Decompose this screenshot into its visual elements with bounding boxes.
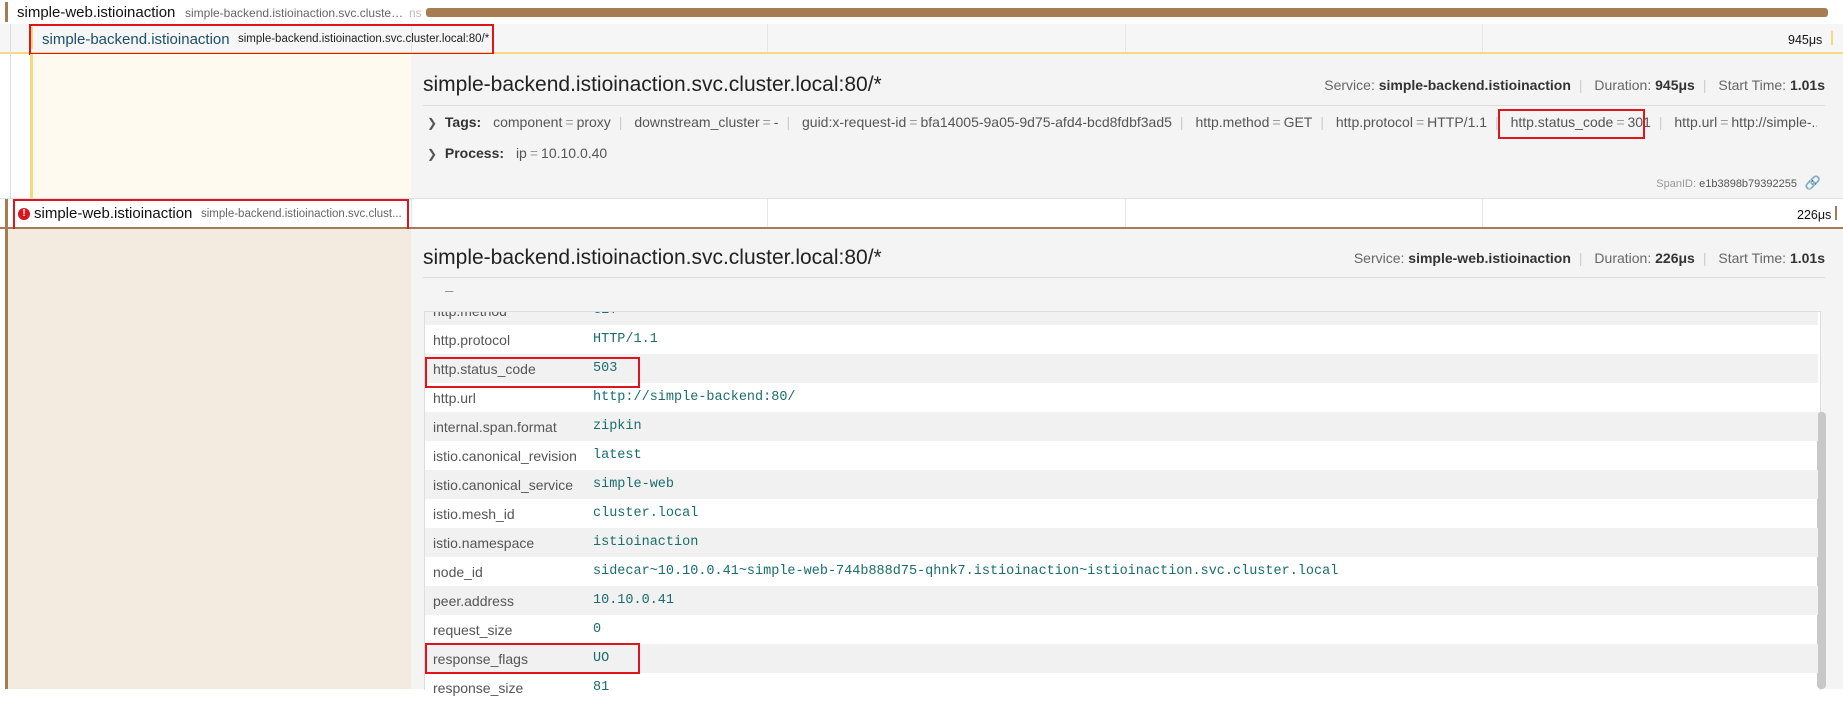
tree-indent-line xyxy=(10,24,11,54)
tag-row: node_id sidecar~10.10.0.41~simple-web-744… xyxy=(425,557,1818,586)
span-operation-name: simple-backend.istioinaction.svc.cluster… xyxy=(185,6,405,20)
tag-row: response_size 81 xyxy=(425,673,1818,702)
span-duration-label: 226μs xyxy=(1797,208,1832,222)
tag-value: simple-web xyxy=(593,477,675,492)
detail-title: simple-backend.istioinaction.svc.cluster… xyxy=(423,73,882,96)
grid-line xyxy=(767,24,768,52)
tag-key: istio.canonical_service xyxy=(433,477,574,493)
tag-value: HTTP/1.1 xyxy=(593,332,658,347)
spanid-value: e1b3898b79392255 xyxy=(1699,178,1797,190)
tag-value: 81 xyxy=(593,680,610,695)
service-value: simple-backend.istioinaction xyxy=(1378,77,1571,93)
tree-indent-line xyxy=(10,54,11,198)
duration-label: Duration: xyxy=(1594,77,1652,93)
tag-key: request_size xyxy=(433,622,513,638)
tag-item: guid:x-request-id = bfa14005-9a05-9d75-afd… xyxy=(802,114,1172,130)
timeline-tick-label: ns xyxy=(409,6,422,20)
tag-item: http.url = http://simple-... xyxy=(1674,114,1817,130)
chevron-right-icon[interactable]: ❯ xyxy=(427,116,441,130)
tag-row: istio.namespace istioinaction xyxy=(425,528,1818,557)
start-time-label: Start Time: xyxy=(1718,77,1787,93)
tag-row: istio.canonical_revision latest xyxy=(425,441,1818,470)
tag-row: request_size 0 xyxy=(425,615,1818,644)
span-service-name: simple-web.istioinaction xyxy=(17,4,176,21)
tag-value: istioinaction xyxy=(593,535,699,550)
tag-item: downstream_cluster = - xyxy=(634,114,779,130)
highlight-box-status-301 xyxy=(1498,109,1645,139)
duration-value: 226μs xyxy=(1655,250,1695,266)
detail-gutter xyxy=(5,229,411,689)
tag-value: latest xyxy=(593,448,642,463)
grid-line xyxy=(411,199,412,227)
detail-gutter xyxy=(30,54,411,198)
detail-divider xyxy=(423,105,1825,106)
tag-key: istio.canonical_revision xyxy=(433,448,577,464)
start-time-value: 1.01s xyxy=(1789,77,1825,93)
process-summary[interactable]: ❯ Process: ip = 10.10.0.40 xyxy=(427,145,607,161)
tags-label: Tags: xyxy=(444,114,482,130)
detail-divider xyxy=(423,277,1825,278)
tag-item: component = proxy xyxy=(493,114,611,130)
tag-value: zipkin xyxy=(593,419,642,434)
tag-key: peer.address xyxy=(433,593,514,609)
highlight-box-backend-row xyxy=(29,24,494,55)
tag-row: peer.address 10.10.0.41 xyxy=(425,586,1818,615)
table-top-border xyxy=(424,311,1819,312)
tag-value: 10.10.0.41 xyxy=(593,593,675,608)
grid-line xyxy=(1482,199,1483,227)
service-color-bar xyxy=(5,199,8,230)
table-clip-mask xyxy=(411,292,1843,311)
tag-row: internal.span.format zipkin xyxy=(425,412,1818,441)
spanid-label: SpanID: xyxy=(1656,178,1697,190)
process-value: 10.10.0.40 xyxy=(541,145,608,161)
grid-line xyxy=(1125,24,1126,52)
span-row-simple-web-root[interactable]: simple-web.istioinaction simple-backend.… xyxy=(0,0,1843,24)
tag-key: internal.span.format xyxy=(433,419,557,435)
detail-title: simple-backend.istioinaction.svc.cluster… xyxy=(423,246,882,269)
tag-item: http.method = GET xyxy=(1195,114,1313,130)
tag-row: istio.mesh_id cluster.local xyxy=(425,499,1818,528)
process-key: ip xyxy=(515,145,527,161)
grid-line xyxy=(1482,24,1483,52)
tag-item: http.protocol = HTTP/1.1 xyxy=(1335,114,1488,130)
duration-label: Duration: xyxy=(1594,250,1652,266)
duration-value: 945μs xyxy=(1655,77,1695,93)
service-label: Service: xyxy=(1324,77,1375,93)
highlight-box-error-row xyxy=(13,199,409,231)
scrollbar[interactable] xyxy=(1817,412,1826,689)
tag-key: node_id xyxy=(433,564,483,580)
detail-meta: Service: simple-backend.istioinaction | D… xyxy=(1324,77,1825,93)
detail-meta: Service: simple-web.istioinaction | Durat… xyxy=(1353,250,1825,266)
tag-value: http://simple-backend:80/ xyxy=(593,390,796,405)
grid-line xyxy=(767,199,768,227)
service-color-bar xyxy=(5,2,8,22)
span-duration-bar xyxy=(1835,206,1837,220)
highlight-box-response-flags xyxy=(425,643,640,674)
span-duration-bar[interactable] xyxy=(426,8,1828,17)
tag-value: sidecar~10.10.0.41~simple-web-744b888d75… xyxy=(593,564,1339,579)
start-time-value: 1.01s xyxy=(1789,250,1825,266)
tag-key: istio.namespace xyxy=(433,535,535,551)
tag-value: 0 xyxy=(593,622,602,637)
span-duration-label: 945μs xyxy=(1788,33,1823,47)
service-label: Service: xyxy=(1353,250,1405,266)
tag-key: istio.mesh_id xyxy=(433,506,515,522)
tag-key: http.url xyxy=(433,390,476,406)
service-value: simple-web.istioinaction xyxy=(1408,250,1571,266)
link-icon[interactable]: 🔗 xyxy=(1805,175,1821,191)
grid-line xyxy=(1125,199,1126,227)
start-time-label: Start Time: xyxy=(1718,250,1787,266)
spanid: SpanID: e1b3898b79392255 xyxy=(1656,178,1797,190)
tag-row: http.protocol HTTP/1.1 xyxy=(425,325,1818,354)
highlight-box-status-503 xyxy=(425,357,640,388)
tag-value: cluster.local xyxy=(593,506,699,521)
span-detail-panel-backend: simple-backend.istioinaction.svc.cluster… xyxy=(0,54,1843,198)
tag-key: http.protocol xyxy=(433,332,511,348)
tag-row: istio.canonical_service simple-web xyxy=(425,470,1818,499)
span-duration-bar xyxy=(1831,31,1833,45)
chevron-right-icon[interactable]: ❯ xyxy=(427,147,441,161)
process-label: Process: xyxy=(444,145,505,161)
tag-key: response_size xyxy=(433,680,524,696)
